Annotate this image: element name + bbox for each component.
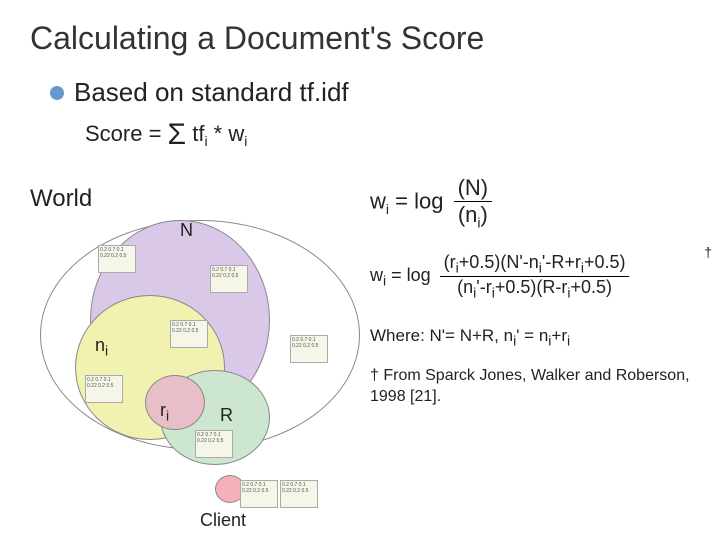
sigma-symbol: Σ: [168, 118, 187, 151]
label-R: R: [220, 405, 233, 426]
f2-nd: +0.5): [584, 252, 626, 272]
score-prefix: Score =: [85, 121, 168, 146]
where-line: Where: N'= N+R, ni' = ni+ri: [370, 326, 710, 348]
bullet-text: Based on standard tf.idf: [74, 77, 349, 108]
f2-lhs: w: [370, 265, 383, 285]
doc-box: 0.2 0.7 0.1 0.22 0.2 0.5: [85, 375, 123, 403]
label-ni-sub: i: [105, 343, 108, 359]
f2-num: (ri+0.5)(N'-ni'-R+ri+0.5): [440, 252, 630, 277]
f1-fraction: (N) (ni): [454, 175, 493, 230]
f2-mid: = log: [386, 265, 436, 285]
f1-den-post: ): [481, 202, 488, 227]
score-sub-i2: i: [244, 133, 247, 149]
citation-dagger: †: [370, 367, 383, 384]
f2-nc: '-R+r: [542, 252, 581, 272]
f1-den: (ni): [454, 202, 493, 230]
ellipse-ri: [145, 375, 205, 430]
f2-da: (n: [457, 277, 473, 297]
formula-wi-simple: wi = log (N) (ni): [370, 175, 710, 230]
formulas-block: wi = log (N) (ni) wi = log (ri+0.5)(N'-n…: [370, 175, 710, 408]
where-s3: i: [567, 332, 570, 348]
doc-box: 0.2 0.7 0.1 0.22 0.2 0.5: [195, 430, 233, 458]
slide-title: Calculating a Document's Score: [30, 20, 690, 57]
where-mid: ' = n: [516, 326, 548, 345]
f2-fraction: (ri+0.5)(N'-ni'-R+ri+0.5) (ni'-ri+0.5)(R…: [440, 252, 630, 300]
label-ri: ri: [160, 400, 169, 424]
formula-wi-full: wi = log (ri+0.5)(N'-ni'-R+ri+0.5) (ni'-…: [370, 252, 710, 300]
score-w: * w: [208, 121, 245, 146]
label-ni-n: n: [95, 335, 105, 355]
f2-dd: +0.5): [570, 277, 612, 297]
doc-box: 0.2 0.7 0.1 0.22 0.2 0.5: [240, 480, 278, 508]
dagger-icon: †: [704, 244, 712, 260]
label-ri-sub: i: [166, 408, 169, 424]
f2-nb: +0.5)(N'-n: [459, 252, 539, 272]
f2-db: '-r: [476, 277, 491, 297]
citation-text: From Sparck Jones, Walker and Roberson, …: [370, 367, 690, 405]
citation: † From Sparck Jones, Walker and Roberson…: [370, 366, 710, 408]
f1-mid: = log: [389, 189, 450, 214]
f1-num: (N): [454, 175, 493, 202]
doc-box: 0.2 0.7 0.1 0.22 0.2 0.5: [98, 245, 136, 273]
score-tf: tf: [186, 121, 204, 146]
f1-lhs: w: [370, 189, 386, 214]
doc-box: 0.2 0.7 0.1 0.22 0.2 0.5: [210, 265, 248, 293]
f1-den-pre: (n: [458, 202, 478, 227]
bullet-icon: [50, 86, 64, 100]
where-pre: Where: N'= N+R, n: [370, 326, 513, 345]
label-N: N: [180, 220, 193, 241]
doc-box: 0.2 0.7 0.1 0.22 0.2 0.5: [170, 320, 208, 348]
client-doc-boxes: 0.2 0.7 0.1 0.22 0.2 0.5 0.2 0.7 0.1 0.2…: [240, 480, 318, 508]
doc-box: 0.2 0.7 0.1 0.22 0.2 0.5: [290, 335, 328, 363]
doc-box: 0.2 0.7 0.1 0.22 0.2 0.5: [280, 480, 318, 508]
f2-den: (ni'-ri+0.5)(R-ri+0.5): [440, 277, 630, 301]
where-mid2: +r: [551, 326, 567, 345]
label-ni: ni: [95, 335, 108, 359]
venn-diagram: N ni ri R Client 0.2 0.7 0.1 0.22 0.2 0.…: [40, 220, 380, 490]
f2-na: (r: [444, 252, 456, 272]
bullet-row: Based on standard tf.idf: [50, 77, 690, 108]
label-client: Client: [200, 510, 246, 531]
f2-dc: +0.5)(R-r: [495, 277, 568, 297]
world-label: World: [30, 185, 92, 213]
score-formula: Score = Σ tfi * wi: [85, 118, 690, 152]
